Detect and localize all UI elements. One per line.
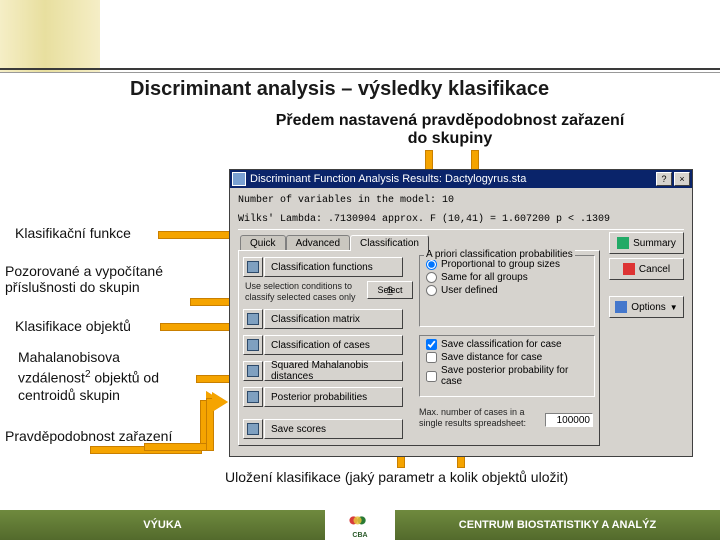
text: vzdálenost bbox=[18, 370, 85, 386]
check-input[interactable] bbox=[426, 371, 437, 382]
cancel-icon bbox=[623, 263, 635, 275]
info-nvars: Number of variables in the model: 10 bbox=[238, 194, 684, 207]
label: User defined bbox=[441, 285, 498, 296]
posterior-button[interactable]: Posterior probabilities bbox=[264, 387, 403, 407]
text: objektů od bbox=[91, 370, 160, 386]
apriori-group: A priori classification probabilities Pr… bbox=[419, 255, 595, 327]
divider bbox=[238, 229, 684, 230]
bottom-caption: Uložení klasifikace (jaký parametr a kol… bbox=[225, 469, 645, 485]
maxn-label: Max. number of cases in a single results… bbox=[419, 407, 539, 429]
annot-observed-computed: Pozorované a vypočítané příslušnosti do … bbox=[5, 263, 215, 295]
check-input[interactable] bbox=[426, 352, 437, 363]
grid-icon bbox=[247, 261, 259, 273]
text: Use selection conditions to bbox=[245, 281, 352, 291]
results-dialog: Discriminant Function Analysis Results: … bbox=[229, 169, 693, 457]
check-input[interactable] bbox=[426, 339, 437, 350]
titlebar[interactable]: Discriminant Function Analysis Results: … bbox=[230, 170, 692, 188]
label: Proportional to group sizes bbox=[441, 259, 560, 270]
classification-functions-button[interactable]: Classification functions bbox=[264, 257, 403, 277]
icon-button[interactable] bbox=[243, 335, 263, 355]
divider bbox=[0, 72, 720, 73]
grid-icon bbox=[247, 365, 259, 377]
decorative-band bbox=[0, 0, 100, 72]
save-group: Save classification for case Save distan… bbox=[419, 335, 595, 397]
label: Options bbox=[631, 302, 665, 313]
tab-classification[interactable]: Classification bbox=[350, 235, 429, 251]
radio-user[interactable]: User defined bbox=[424, 284, 590, 297]
label: Save classification for case bbox=[441, 339, 562, 350]
text: single results spreadsheet: bbox=[419, 418, 526, 428]
options-icon bbox=[615, 301, 627, 313]
label: Summary bbox=[633, 238, 676, 249]
radio-input[interactable] bbox=[426, 272, 437, 283]
annot-case-classif: Klasifikace objektů bbox=[15, 318, 131, 334]
info-wilks: Wilks' Lambda: .7130904 approx. F (10,41… bbox=[238, 213, 684, 226]
radio-same[interactable]: Same for all groups bbox=[424, 271, 590, 284]
text: Max. number of cases in a bbox=[419, 407, 525, 417]
select-hint: Use selection conditions to classify sel… bbox=[245, 281, 365, 303]
group-title: A priori classification probabilities bbox=[424, 249, 575, 260]
text: Mahalanobisova bbox=[18, 349, 120, 365]
app-icon bbox=[232, 172, 246, 186]
summary-button[interactable]: Summary bbox=[609, 232, 684, 254]
icon-button[interactable] bbox=[243, 309, 263, 329]
check-save-distance[interactable]: Save distance for case bbox=[424, 351, 590, 364]
cba-icon bbox=[347, 512, 373, 532]
annot-mahalanobis: Mahalanobisova vzdálenost2 objektů od ce… bbox=[18, 349, 218, 404]
mahalanobis-button[interactable]: Squared Mahalanobis distances bbox=[264, 361, 403, 381]
label: Cancel bbox=[639, 264, 670, 275]
divider bbox=[0, 68, 720, 70]
window-title: Discriminant Function Analysis Results: … bbox=[250, 173, 654, 185]
icon-button[interactable] bbox=[243, 387, 263, 407]
icon-button[interactable] bbox=[243, 257, 263, 277]
radio-input[interactable] bbox=[426, 285, 437, 296]
grid-icon bbox=[247, 339, 259, 351]
text: classify selected cases only bbox=[245, 292, 356, 302]
annot-classif-functions: Klasifikační funkce bbox=[15, 225, 131, 241]
tab-advanced[interactable]: Advanced bbox=[286, 235, 350, 251]
close-button[interactable]: × bbox=[674, 172, 690, 186]
check-save-classif[interactable]: Save classification for case bbox=[424, 338, 590, 351]
slide-footer: VÝUKA CBA CENTRUM BIOSTATISTIKY A ANALÝZ bbox=[0, 510, 720, 540]
annot-posterior: Pravděpodobnost zařazení bbox=[5, 428, 185, 444]
classification-matrix-button[interactable]: Classification matrix bbox=[264, 309, 403, 329]
cba-text: CBA bbox=[352, 532, 367, 539]
radio-input[interactable] bbox=[426, 259, 437, 270]
slide-title: Discriminant analysis – výsledky klasifi… bbox=[130, 78, 549, 101]
label: Same for all groups bbox=[441, 272, 528, 283]
tab-body: Classification functions Use selection c… bbox=[238, 250, 600, 446]
check-save-posterior[interactable]: Save posterior probability for case bbox=[424, 364, 590, 388]
help-button[interactable]: ? bbox=[656, 172, 672, 186]
grid-icon bbox=[247, 423, 259, 435]
footer-right: CENTRUM BIOSTATISTIKY A ANALÝZ bbox=[395, 510, 720, 540]
grid-icon bbox=[247, 313, 259, 325]
footer-logo: CBA bbox=[325, 510, 395, 540]
save-scores-button[interactable]: Save scores bbox=[264, 419, 403, 439]
label: Save distance for case bbox=[441, 352, 542, 363]
options-button[interactable]: Options▼ bbox=[609, 296, 684, 318]
text: centroidů skupin bbox=[18, 387, 120, 403]
maxn-input[interactable]: 100000 bbox=[545, 413, 593, 427]
icon-button[interactable] bbox=[243, 419, 263, 439]
label: Save posterior probability for case bbox=[441, 365, 590, 387]
cancel-button[interactable]: Cancel bbox=[609, 258, 684, 280]
select-cases-button[interactable]: S̲ bbox=[367, 281, 413, 299]
footer-left: VÝUKA bbox=[0, 510, 325, 540]
grid-icon bbox=[247, 391, 259, 403]
classification-cases-button[interactable]: Classification of cases bbox=[264, 335, 403, 355]
tab-quick[interactable]: Quick bbox=[240, 235, 286, 251]
summary-icon bbox=[617, 237, 629, 249]
icon-button[interactable] bbox=[243, 361, 263, 381]
slide-subtitle: Předem nastavená pravděpodobnost zařazen… bbox=[270, 112, 630, 148]
